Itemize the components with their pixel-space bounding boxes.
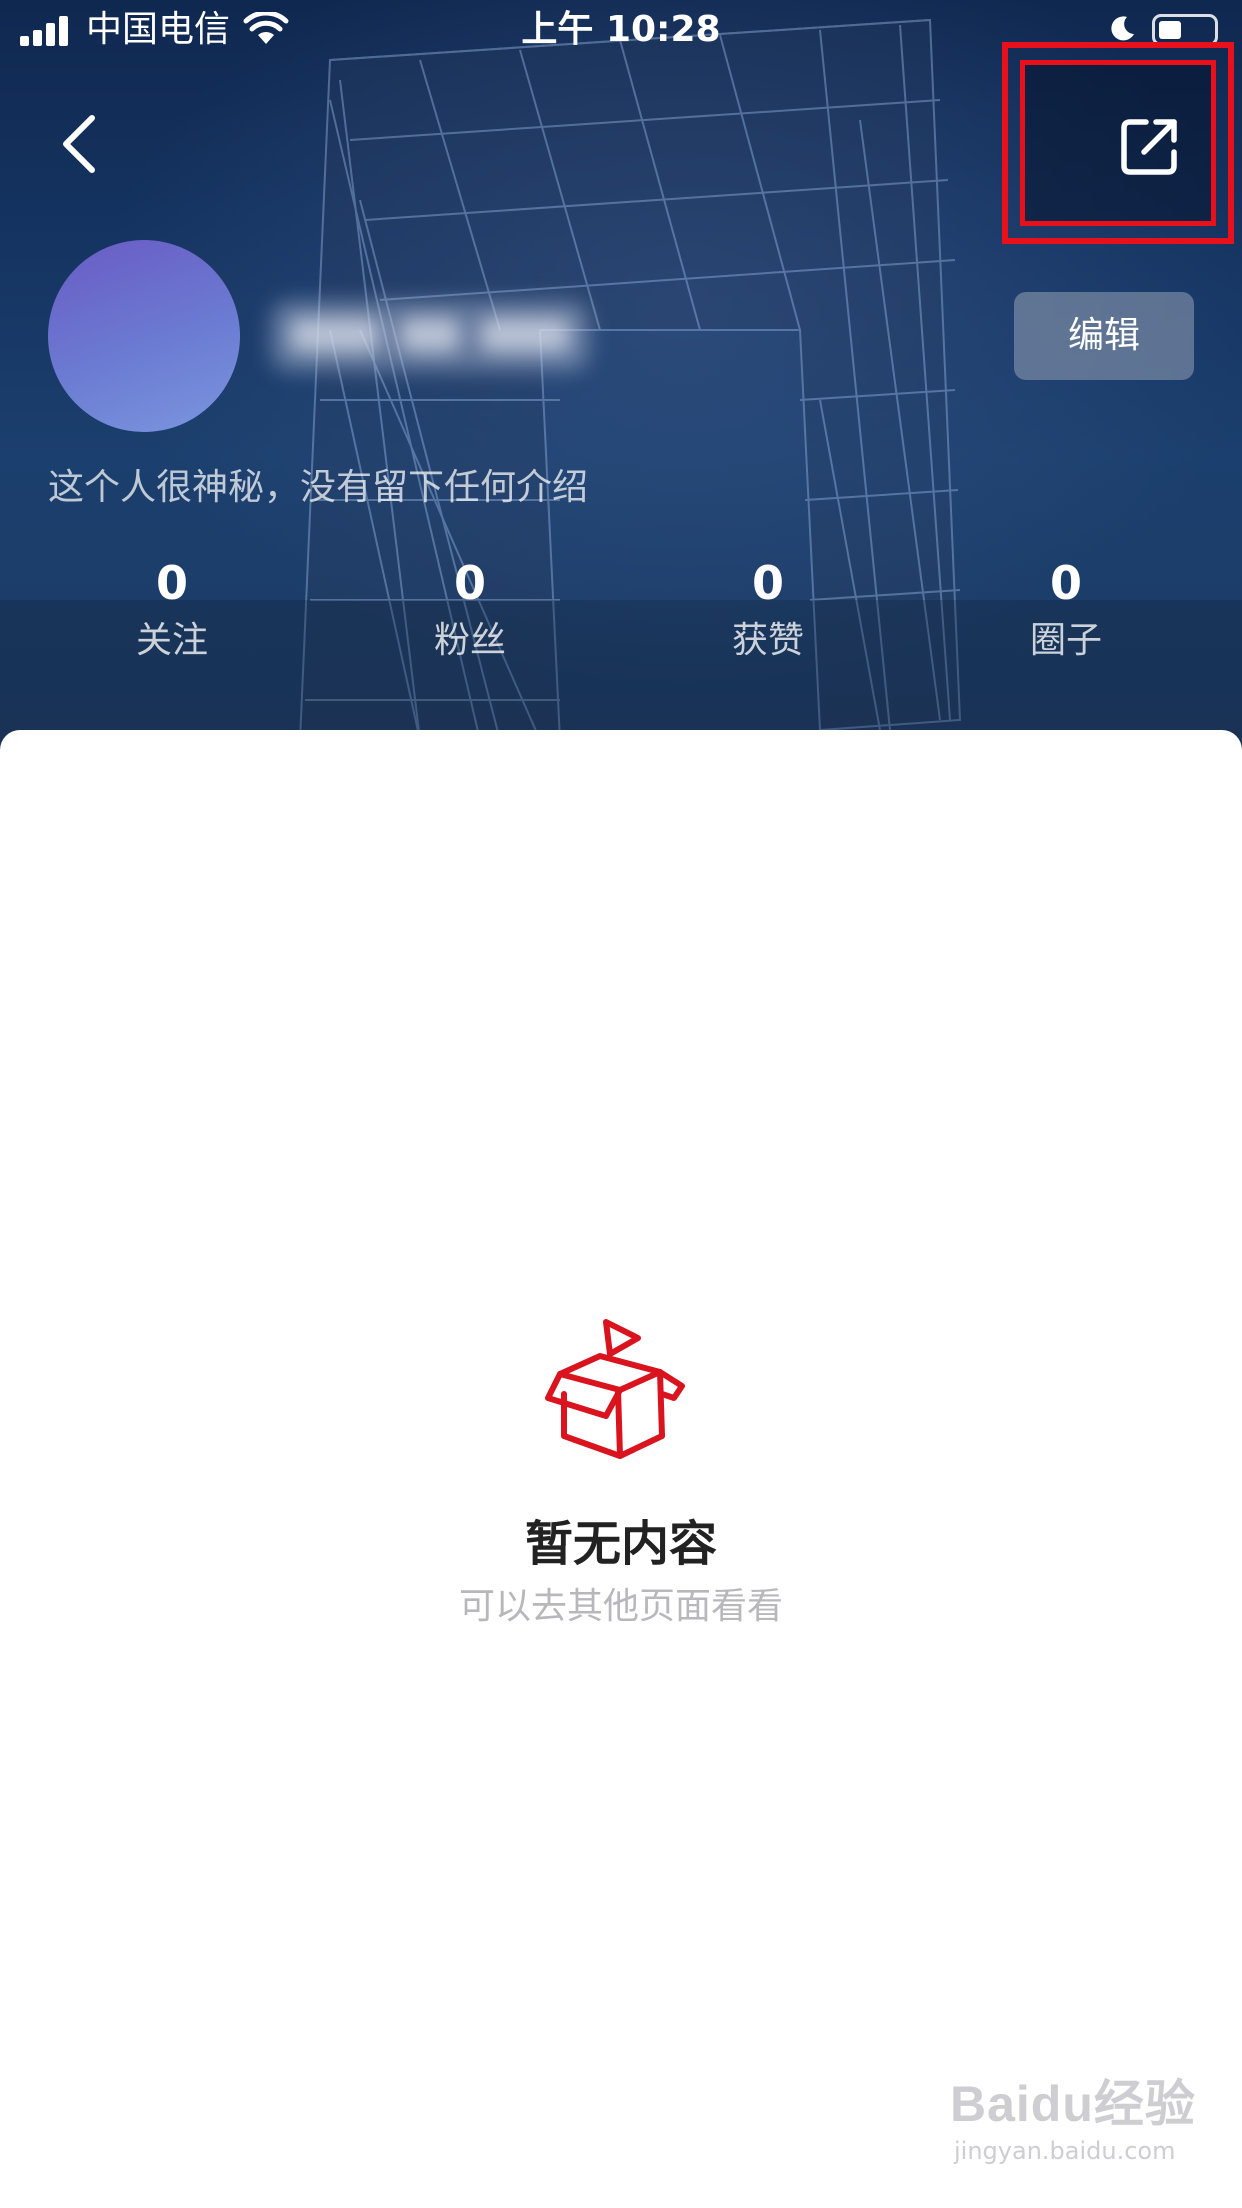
edit-profile-button[interactable]: 编辑 [1014,292,1194,380]
empty-state-title: 暂无内容 [524,1516,717,1572]
profile-stats: 0 关注 0 粉丝 0 获赞 0 圈子 [0,550,1242,680]
stat-following[interactable]: 0 关注 [72,550,272,666]
watermark-logo: Baidu经验 [950,2076,1196,2132]
avatar[interactable] [48,240,240,432]
share-external-icon [1121,119,1177,175]
stat-following-label: 关注 [135,620,208,661]
stat-followers[interactable]: 0 粉丝 [370,550,570,666]
chevron-left-icon [63,115,95,173]
empty-state-subtitle: 可以去其他页面看看 [458,1586,783,1627]
content-sheet [0,730,1242,2208]
stat-circles-label: 圈子 [1029,620,1102,661]
stat-followers-count: 0 [453,556,486,610]
stat-likes[interactable]: 0 获赞 [668,550,868,666]
stat-circles-count: 0 [1049,556,1082,610]
back-button[interactable] [50,108,110,180]
watermark-url: jingyan.baidu.com [954,2137,1176,2165]
stat-likes-count: 0 [751,556,784,610]
profile-bio: 这个人很神秘，没有留下任何介绍 [48,467,589,508]
username-blurred [270,300,590,372]
share-button[interactable] [1118,114,1182,178]
stat-circles[interactable]: 0 圈子 [966,550,1166,666]
moon-icon [1111,16,1134,41]
stat-followers-label: 粉丝 [433,620,506,661]
baidu-watermark: Baidu经验 jingyan.baidu.com [950,2074,1200,2174]
empty-box-icon [545,1319,685,1459]
stat-following-count: 0 [155,556,188,610]
stat-likes-label: 获赞 [731,620,804,661]
